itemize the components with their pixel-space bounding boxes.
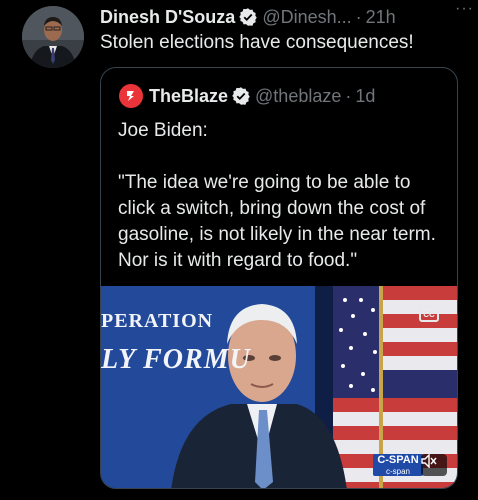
muted-speaker-icon[interactable] bbox=[421, 454, 447, 476]
verified-badge-icon bbox=[238, 7, 258, 27]
video-player[interactable]: PERATION LY FORMU CC C-SPAN c-span bbox=[101, 286, 457, 488]
verified-badge-icon bbox=[231, 86, 251, 106]
quoted-author-handle[interactable]: @theblaze bbox=[255, 86, 341, 107]
separator-dot: · bbox=[345, 85, 352, 106]
tweet-header: Dinesh D'Souza @Dinesh... · 21h bbox=[100, 4, 470, 30]
banner-text-line-2: LY FORMU bbox=[101, 344, 251, 375]
author-name[interactable]: Dinesh D'Souza bbox=[100, 7, 235, 28]
cspan-watermark-line-1: C-SPAN bbox=[377, 454, 419, 466]
quoted-tweet-header: TheBlaze @theblaze · 1d bbox=[119, 84, 375, 108]
separator-dot: · bbox=[355, 6, 362, 27]
tweet[interactable]: Dinesh D'Souza @Dinesh... · 21h ··· Stol… bbox=[0, 0, 478, 500]
author-handle[interactable]: @Dinesh... bbox=[262, 7, 351, 28]
quoted-author-name[interactable]: TheBlaze bbox=[149, 86, 228, 107]
theblaze-logo-icon bbox=[119, 84, 143, 108]
cspan-watermark: C-SPAN c-span bbox=[373, 454, 423, 476]
quoted-tweet[interactable]: TheBlaze @theblaze · 1d Joe Biden: "The … bbox=[100, 67, 458, 489]
avatar[interactable] bbox=[22, 6, 84, 68]
cspan-watermark-line-2: c-span bbox=[385, 467, 410, 476]
tweet-text: Stolen elections have consequences! bbox=[100, 32, 414, 53]
quoted-timestamp[interactable]: 1d bbox=[355, 86, 375, 107]
more-options-icon[interactable]: ··· bbox=[455, 0, 474, 18]
closed-captions-button[interactable]: CC bbox=[419, 306, 439, 322]
tweet-timestamp[interactable]: 21h bbox=[366, 7, 396, 28]
banner-text-line-1: PERATION bbox=[101, 310, 214, 332]
quoted-tweet-text: Joe Biden: "The idea we're going to be a… bbox=[118, 120, 436, 271]
